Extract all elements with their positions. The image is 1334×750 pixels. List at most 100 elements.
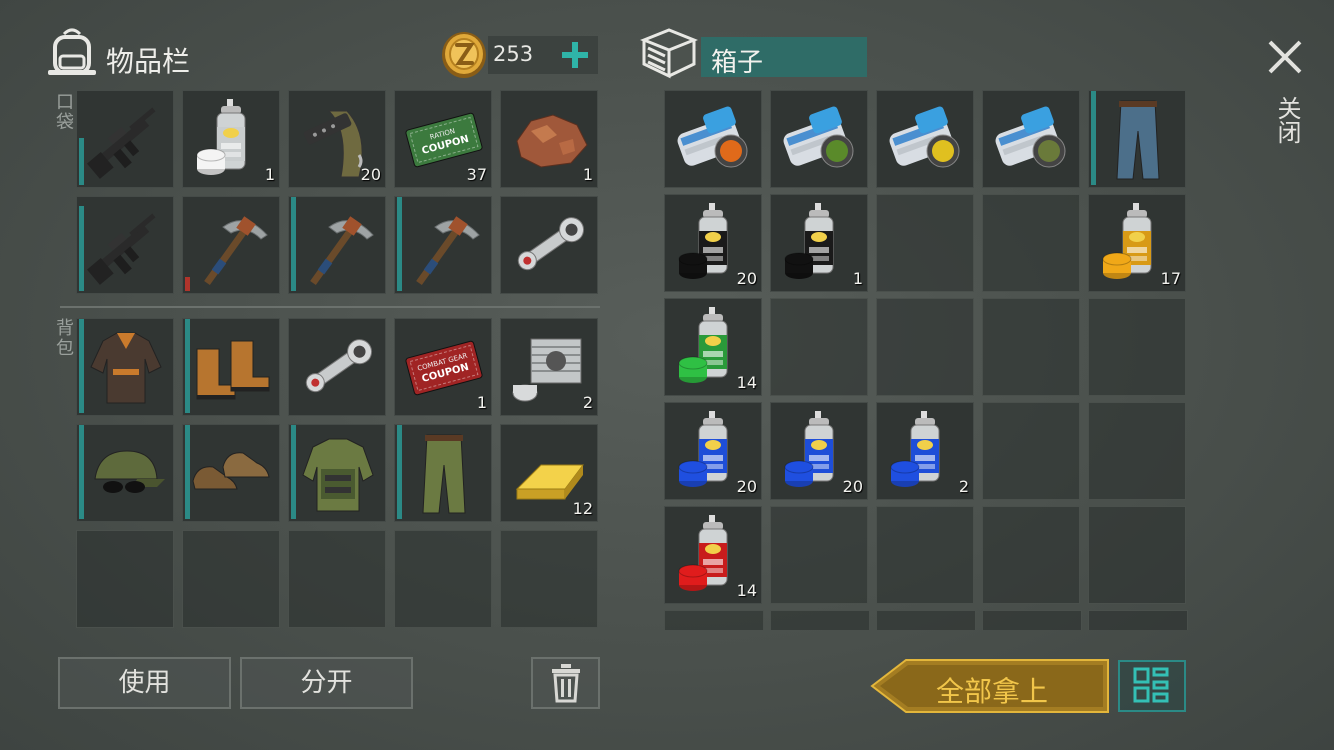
item-slot-aerosol-paint-black[interactable]: 20 [664, 194, 762, 292]
item-slot-piston-rod[interactable] [500, 196, 598, 294]
close-label: 关闭 [1273, 96, 1301, 144]
item-slot-pickaxe-damaged[interactable] [182, 196, 280, 294]
item-slot-piston-rod[interactable] [288, 318, 386, 416]
magazine-scroll-radiation-icon [877, 91, 973, 187]
empty-slot[interactable] [76, 530, 174, 628]
camo-pants-icon [395, 425, 491, 521]
empty-slot[interactable] [182, 530, 280, 628]
item-slot-aerosol-paint-blue[interactable]: 20 [770, 402, 868, 500]
empty-slot[interactable] [982, 298, 1080, 396]
close-icon [1268, 40, 1302, 74]
item-quantity: 1 [852, 269, 863, 288]
item-slot-aerosol-paint-black[interactable]: 1 [770, 194, 868, 292]
durability-bar [79, 206, 84, 291]
take-all-button[interactable]: 全部拿上 [870, 658, 1110, 714]
plus-icon [562, 42, 588, 68]
sort-button[interactable] [1118, 660, 1186, 712]
item-slot-assault-rifle[interactable] [76, 90, 174, 188]
durability-bar [291, 425, 296, 519]
item-slot-combat-gear-coupon[interactable]: COMBAT GEAR COUPON 1 [394, 318, 492, 416]
item-slot-camo-pants[interactable] [394, 424, 492, 522]
grid-sort-icon [1133, 667, 1169, 703]
empty-slot[interactable] [982, 506, 1080, 604]
pocket-label: 口袋 [53, 92, 74, 132]
empty-slot[interactable] [982, 402, 1080, 500]
empty-slot[interactable] [770, 506, 868, 604]
item-slot-magazine-scroll-green[interactable] [770, 90, 868, 188]
item-slot-copper-ore[interactable]: 1 [500, 90, 598, 188]
item-quantity: 17 [1160, 269, 1181, 288]
trash-icon [551, 664, 580, 703]
item-slot-rifle-suppressor-parts[interactable]: 20 [288, 90, 386, 188]
backpack-icon [46, 26, 98, 78]
durability-bar [291, 197, 296, 291]
item-slot-aerosol-paint-blue[interactable]: 20 [664, 402, 762, 500]
item-quantity: 1 [582, 165, 593, 184]
empty-slot[interactable] [288, 530, 386, 628]
item-slot-leather-jacket[interactable] [76, 318, 174, 416]
item-slot-aerosol-paint-blue[interactable]: 2 [876, 402, 974, 500]
split-button[interactable]: 分开 [240, 657, 413, 709]
item-slot-assault-rifle-2[interactable] [76, 196, 174, 294]
pickaxe-2-icon [395, 197, 491, 293]
close-button[interactable]: 关闭 [1262, 34, 1312, 164]
item-quantity: 20 [842, 477, 863, 496]
item-quantity: 14 [736, 373, 757, 392]
empty-slot[interactable] [982, 194, 1080, 292]
durability-bar [397, 197, 402, 291]
empty-slot[interactable] [500, 530, 598, 628]
item-slot-aerosol-paint-yellow[interactable]: 17 [1088, 194, 1186, 292]
piston-rod-icon [501, 197, 597, 293]
item-slot-aerosol-paint-red[interactable]: 14 [664, 506, 762, 604]
use-button[interactable]: 使用 [58, 657, 231, 709]
empty-slot[interactable] [1088, 402, 1186, 500]
magazine-scroll-camo-icon [983, 91, 1079, 187]
brown-shoes-icon [183, 425, 279, 521]
item-slot-magazine-scroll-orange[interactable] [664, 90, 762, 188]
item-slot-aerosol-paint-white[interactable]: 1 [182, 90, 280, 188]
jeans-icon [1089, 91, 1185, 187]
backpack-label: 背包 [53, 318, 74, 358]
item-quantity: 1 [264, 165, 275, 184]
item-slot-magazine-scroll-radiation[interactable] [876, 90, 974, 188]
item-slot-pickaxe-2[interactable] [394, 196, 492, 294]
pickaxe-damaged-icon [183, 197, 279, 293]
item-slot-gold-bar[interactable]: 12 [500, 424, 598, 522]
empty-slot[interactable] [1088, 506, 1186, 604]
magazine-scroll-green-icon [771, 91, 867, 187]
tactical-vest-icon [289, 425, 385, 521]
item-quantity: 37 [466, 165, 487, 184]
inventory-divider [60, 306, 600, 308]
empty-slot[interactable] [770, 298, 868, 396]
leather-boots-icon [183, 319, 279, 415]
coin-count: 253 [493, 42, 534, 66]
durability-bar [79, 319, 84, 413]
item-slot-pickaxe[interactable] [288, 196, 386, 294]
inventory-title: 物品栏 [106, 45, 191, 78]
item-slot-jeans[interactable] [1088, 90, 1186, 188]
durability-bar [185, 425, 190, 519]
empty-slot[interactable] [1088, 298, 1186, 396]
chest-icon [639, 26, 699, 80]
item-slot-tactical-vest[interactable] [288, 424, 386, 522]
camo-cap-glasses-icon [77, 425, 173, 521]
durability-bar [185, 277, 190, 291]
item-slot-magazine-scroll-camo[interactable] [982, 90, 1080, 188]
item-slot-aerosol-paint-green[interactable]: 14 [664, 298, 762, 396]
add-coins-button[interactable] [558, 38, 592, 72]
item-slot-engine-cylinder[interactable]: 2 [500, 318, 598, 416]
empty-slot[interactable] [394, 530, 492, 628]
durability-bar [397, 425, 402, 519]
item-slot-leather-boots[interactable] [182, 318, 280, 416]
item-quantity: 20 [736, 477, 757, 496]
item-slot-camo-cap-glasses[interactable] [76, 424, 174, 522]
leather-jacket-icon [77, 319, 173, 415]
item-slot-brown-shoes[interactable] [182, 424, 280, 522]
item-quantity: 12 [572, 499, 593, 518]
empty-slot[interactable] [876, 194, 974, 292]
empty-slot[interactable] [876, 506, 974, 604]
item-slot-ration-coupon[interactable]: RATION COUPON 37 [394, 90, 492, 188]
item-quantity: 20 [360, 165, 381, 184]
discard-button[interactable] [531, 657, 600, 709]
empty-slot[interactable] [876, 298, 974, 396]
